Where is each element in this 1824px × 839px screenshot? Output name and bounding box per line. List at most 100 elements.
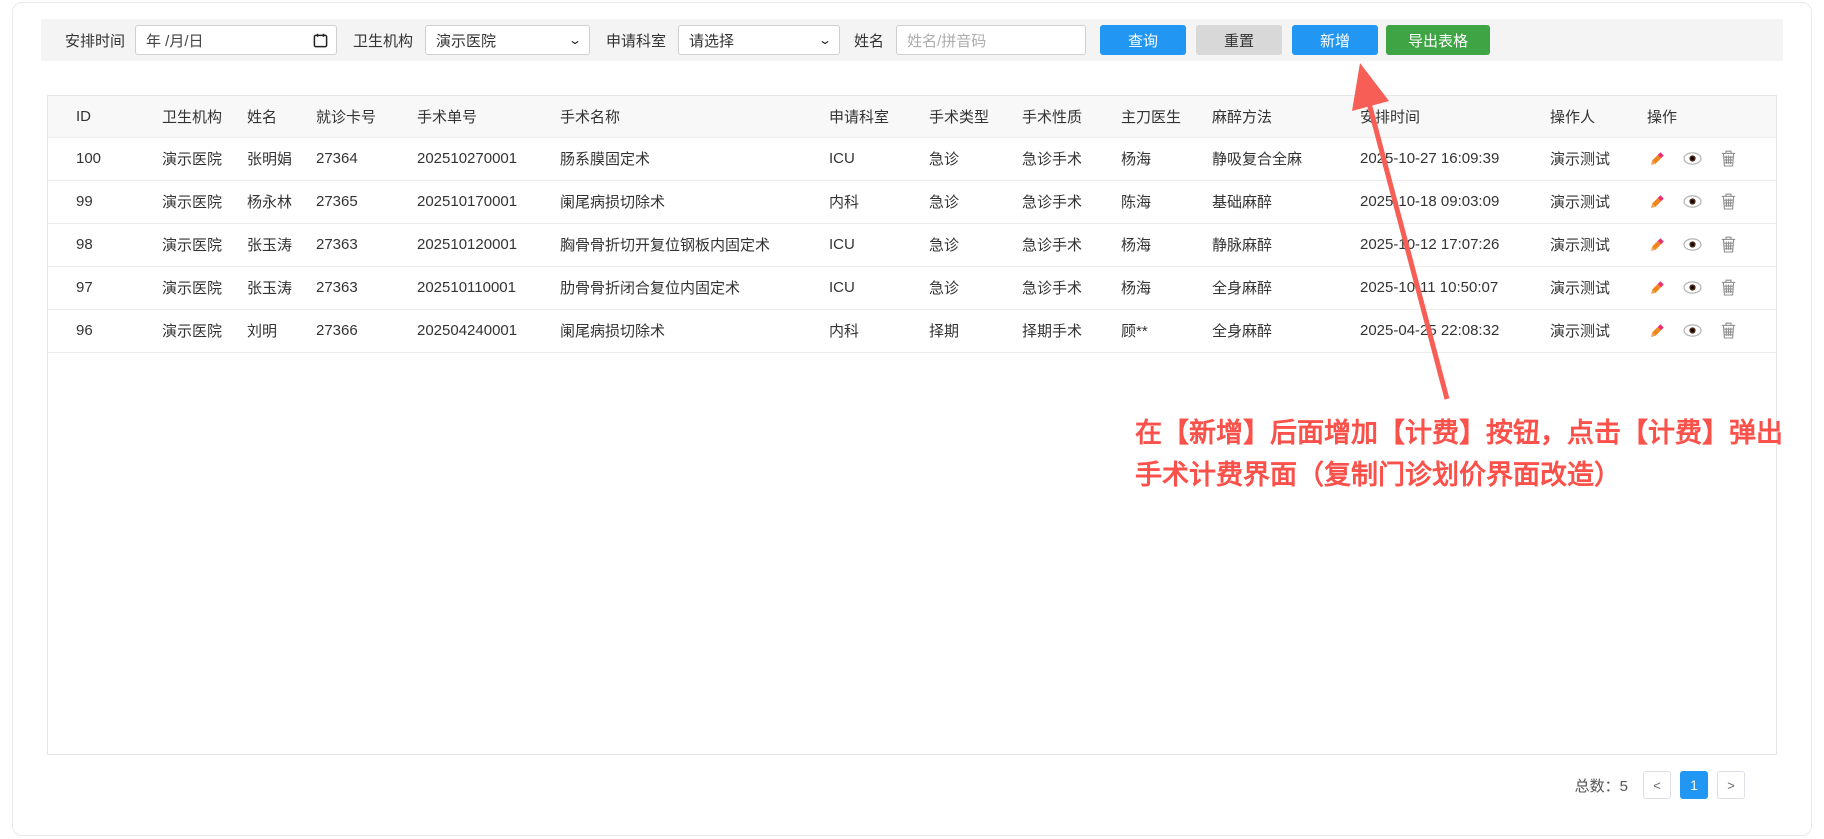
chevron-down-icon: ⌄	[818, 33, 832, 47]
delete-icon[interactable]	[1719, 321, 1738, 340]
cell-order: 202504240001	[417, 309, 560, 352]
add-button[interactable]: 新增	[1292, 25, 1378, 55]
cell-nature: 急诊手术	[1022, 137, 1121, 180]
cell-dept: 内科	[829, 309, 929, 352]
org-select[interactable]: 演示医院 ⌄	[425, 25, 590, 55]
cell-operator: 演示测试	[1550, 223, 1647, 266]
delete-icon[interactable]	[1719, 235, 1738, 254]
col-dept: 申请科室	[829, 96, 929, 137]
export-button[interactable]: 导出表格	[1386, 25, 1490, 55]
cell-surgery: 阑尾病损切除术	[560, 180, 829, 223]
delete-icon[interactable]	[1719, 149, 1738, 168]
col-actions: 操作	[1647, 96, 1776, 137]
view-icon[interactable]	[1683, 321, 1702, 340]
cell-type: 急诊	[929, 137, 1022, 180]
cell-name: 张玉涛	[247, 266, 316, 309]
cell-dept: ICU	[829, 137, 929, 180]
cell-time: 2025-10-11 10:50:07	[1360, 266, 1550, 309]
cell-surgeon: 陈海	[1121, 180, 1212, 223]
cell-anesthesia: 全身麻醉	[1212, 266, 1360, 309]
cell-surgeon: 杨海	[1121, 223, 1212, 266]
col-operator: 操作人	[1550, 96, 1647, 137]
page-1-button[interactable]: 1	[1680, 771, 1708, 799]
cell-type: 急诊	[929, 266, 1022, 309]
cell-card: 27363	[316, 266, 417, 309]
cell-operator: 演示测试	[1550, 137, 1647, 180]
name-input-placeholder: 姓名/拼音码	[907, 30, 986, 51]
view-icon[interactable]	[1683, 278, 1702, 297]
edit-icon[interactable]	[1647, 149, 1666, 168]
table-row: 99 演示医院 杨永林 27365 202510170001 阑尾病损切除术 内…	[48, 180, 1776, 223]
query-button[interactable]: 查询	[1100, 25, 1186, 55]
dept-select[interactable]: 请选择 ⌄	[678, 25, 840, 55]
cell-type: 急诊	[929, 180, 1022, 223]
col-type: 手术类型	[929, 96, 1022, 137]
cell-time: 2025-10-18 09:03:09	[1360, 180, 1550, 223]
cell-order: 202510110001	[417, 266, 560, 309]
edit-icon[interactable]	[1647, 321, 1666, 340]
dept-label: 申请科室	[606, 30, 666, 51]
date-value: 年 /月/日	[146, 30, 204, 51]
col-surgery: 手术名称	[560, 96, 829, 137]
cell-nature: 急诊手术	[1022, 223, 1121, 266]
calendar-icon[interactable]	[312, 32, 328, 48]
cell-card: 27364	[316, 137, 417, 180]
cell-surgeon: 杨海	[1121, 137, 1212, 180]
col-anesthesia: 麻醉方法	[1212, 96, 1360, 137]
cell-actions	[1647, 137, 1776, 180]
annotation-text: 在【新增】后面增加【计费】按钮，点击【计费】弹出手术计费界面（复制门诊划价界面改…	[1135, 413, 1783, 497]
cell-time: 2025-04-25 22:08:32	[1360, 309, 1550, 352]
table-header: ID 卫生机构 姓名 就诊卡号 手术单号 手术名称 申请科室 手术类型 手术性质…	[48, 96, 1776, 137]
col-order: 手术单号	[417, 96, 560, 137]
next-page-button[interactable]: >	[1717, 771, 1745, 799]
col-org: 卫生机构	[162, 96, 247, 137]
cell-org: 演示医院	[162, 223, 247, 266]
prev-page-button[interactable]: <	[1643, 771, 1671, 799]
cell-dept: 内科	[829, 180, 929, 223]
col-name: 姓名	[247, 96, 316, 137]
pagination-total-value: 5	[1620, 778, 1628, 795]
cell-surgery: 阑尾病损切除术	[560, 309, 829, 352]
org-select-value: 演示医院	[436, 30, 496, 51]
edit-icon[interactable]	[1647, 192, 1666, 211]
cell-anesthesia: 静吸复合全麻	[1212, 137, 1360, 180]
edit-icon[interactable]	[1647, 278, 1666, 297]
chevron-down-icon: ⌄	[568, 33, 582, 47]
cell-order: 202510170001	[417, 180, 560, 223]
cell-time: 2025-10-12 17:07:26	[1360, 223, 1550, 266]
cell-surgery: 胸骨骨折切开复位钢板内固定术	[560, 223, 829, 266]
cell-dept: ICU	[829, 266, 929, 309]
cell-anesthesia: 全身麻醉	[1212, 309, 1360, 352]
cell-org: 演示医院	[162, 309, 247, 352]
view-icon[interactable]	[1683, 149, 1702, 168]
pagination-total-label: 总数：	[1575, 778, 1620, 795]
cell-order: 202510120001	[417, 223, 560, 266]
cell-name: 张明娟	[247, 137, 316, 180]
delete-icon[interactable]	[1719, 192, 1738, 211]
table-row: 96 演示医院 刘明 27366 202504240001 阑尾病损切除术 内科…	[48, 309, 1776, 352]
table-row: 98 演示医院 张玉涛 27363 202510120001 胸骨骨折切开复位钢…	[48, 223, 1776, 266]
edit-icon[interactable]	[1647, 235, 1666, 254]
filter-bar: 安排时间 年 /月/日 卫生机构 演示医院 ⌄ 申请科室 请选择 ⌄ 姓名 姓名…	[41, 19, 1783, 61]
cell-id: 100	[48, 137, 162, 180]
delete-icon[interactable]	[1719, 278, 1738, 297]
cell-time: 2025-10-27 16:09:39	[1360, 137, 1550, 180]
cell-nature: 急诊手术	[1022, 266, 1121, 309]
cell-nature: 择期手术	[1022, 309, 1121, 352]
cell-org: 演示医院	[162, 266, 247, 309]
cell-surgery: 肠系膜固定术	[560, 137, 829, 180]
cell-card: 27366	[316, 309, 417, 352]
cell-name: 刘明	[247, 309, 316, 352]
name-input[interactable]: 姓名/拼音码	[896, 25, 1086, 55]
reset-button[interactable]: 重置	[1196, 25, 1282, 55]
cell-id: 98	[48, 223, 162, 266]
view-icon[interactable]	[1683, 192, 1702, 211]
schedule-time-date-input[interactable]: 年 /月/日	[135, 25, 337, 55]
view-icon[interactable]	[1683, 235, 1702, 254]
page-container: 安排时间 年 /月/日 卫生机构 演示医院 ⌄ 申请科室 请选择 ⌄ 姓名 姓名…	[12, 2, 1812, 836]
org-label: 卫生机构	[353, 30, 413, 51]
cell-operator: 演示测试	[1550, 266, 1647, 309]
cell-id: 97	[48, 266, 162, 309]
cell-surgery: 肋骨骨折闭合复位内固定术	[560, 266, 829, 309]
cell-anesthesia: 静脉麻醉	[1212, 223, 1360, 266]
